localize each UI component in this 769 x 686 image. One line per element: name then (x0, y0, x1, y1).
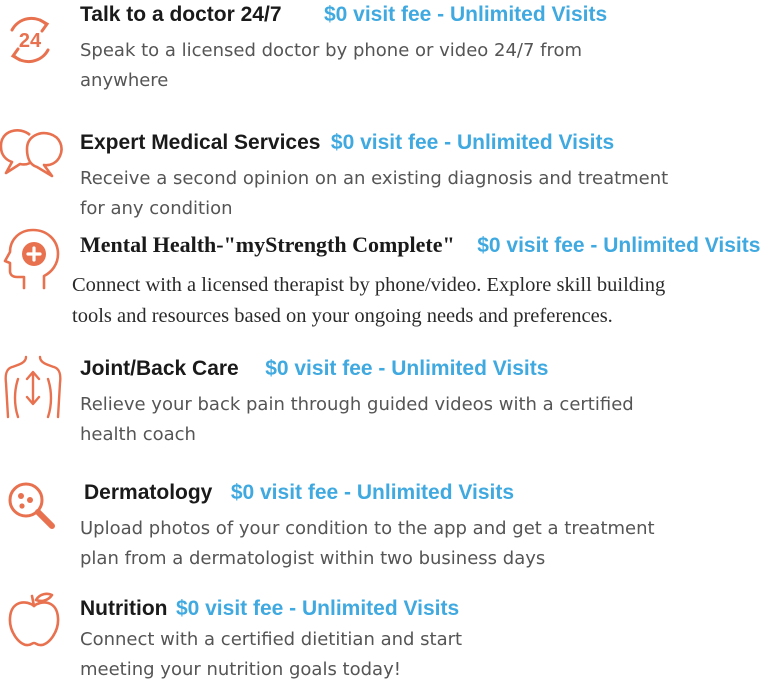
description-line: Receive a second opinion on an existing … (80, 168, 669, 189)
description-line: tools and resources based on your ongoin… (72, 305, 613, 327)
fee-label: $0 visit fee - Unlimited Visits (265, 357, 549, 380)
service-title: Mental Health-"myStrength Complete" (80, 232, 455, 257)
service-title: Dermatology (84, 481, 213, 504)
fee-label: $0 visit fee - Unlimited Visits (175, 597, 460, 620)
description-line: health coach (80, 424, 196, 445)
fee-label: $0 visit fee - Unlimited Visits (230, 481, 515, 504)
description-line: Relieve your back pain through guided vi… (80, 394, 634, 415)
description-line: Connect with a licensed therapist by pho… (72, 274, 666, 296)
back-spine-icon (4, 355, 62, 421)
service-title: Nutrition (80, 597, 168, 620)
description-line: Connect with a certified dietitian and s… (80, 629, 463, 650)
service-title: Joint/Back Care (80, 357, 239, 380)
speech-bubbles-icon (0, 127, 64, 181)
description-line: plan from a dermatologist within two bus… (80, 548, 546, 569)
clock-24-icon: 24 (2, 12, 58, 68)
fee-label: $0 visit fee - Unlimited Visits (323, 3, 608, 26)
description-line: for any condition (80, 198, 233, 219)
description-line: Speak to a licensed doctor by phone or v… (80, 40, 583, 61)
apple-icon (8, 590, 60, 648)
head-plus-icon (3, 228, 62, 292)
service-title: Expert Medical Services (80, 131, 321, 154)
description-line: meeting your nutrition goals today! (80, 659, 401, 680)
svg-text:24: 24 (19, 30, 42, 52)
fee-label: $0 visit fee - Unlimited Visits (330, 131, 615, 154)
fee-label: $0 visit fee - Unlimited Visits (477, 234, 761, 257)
magnifier-icon (6, 480, 58, 532)
description-line: Upload photos of your condition to the a… (80, 518, 655, 539)
description-line: anywhere (80, 70, 169, 91)
service-title: Talk to a doctor 24/7 (80, 3, 282, 26)
